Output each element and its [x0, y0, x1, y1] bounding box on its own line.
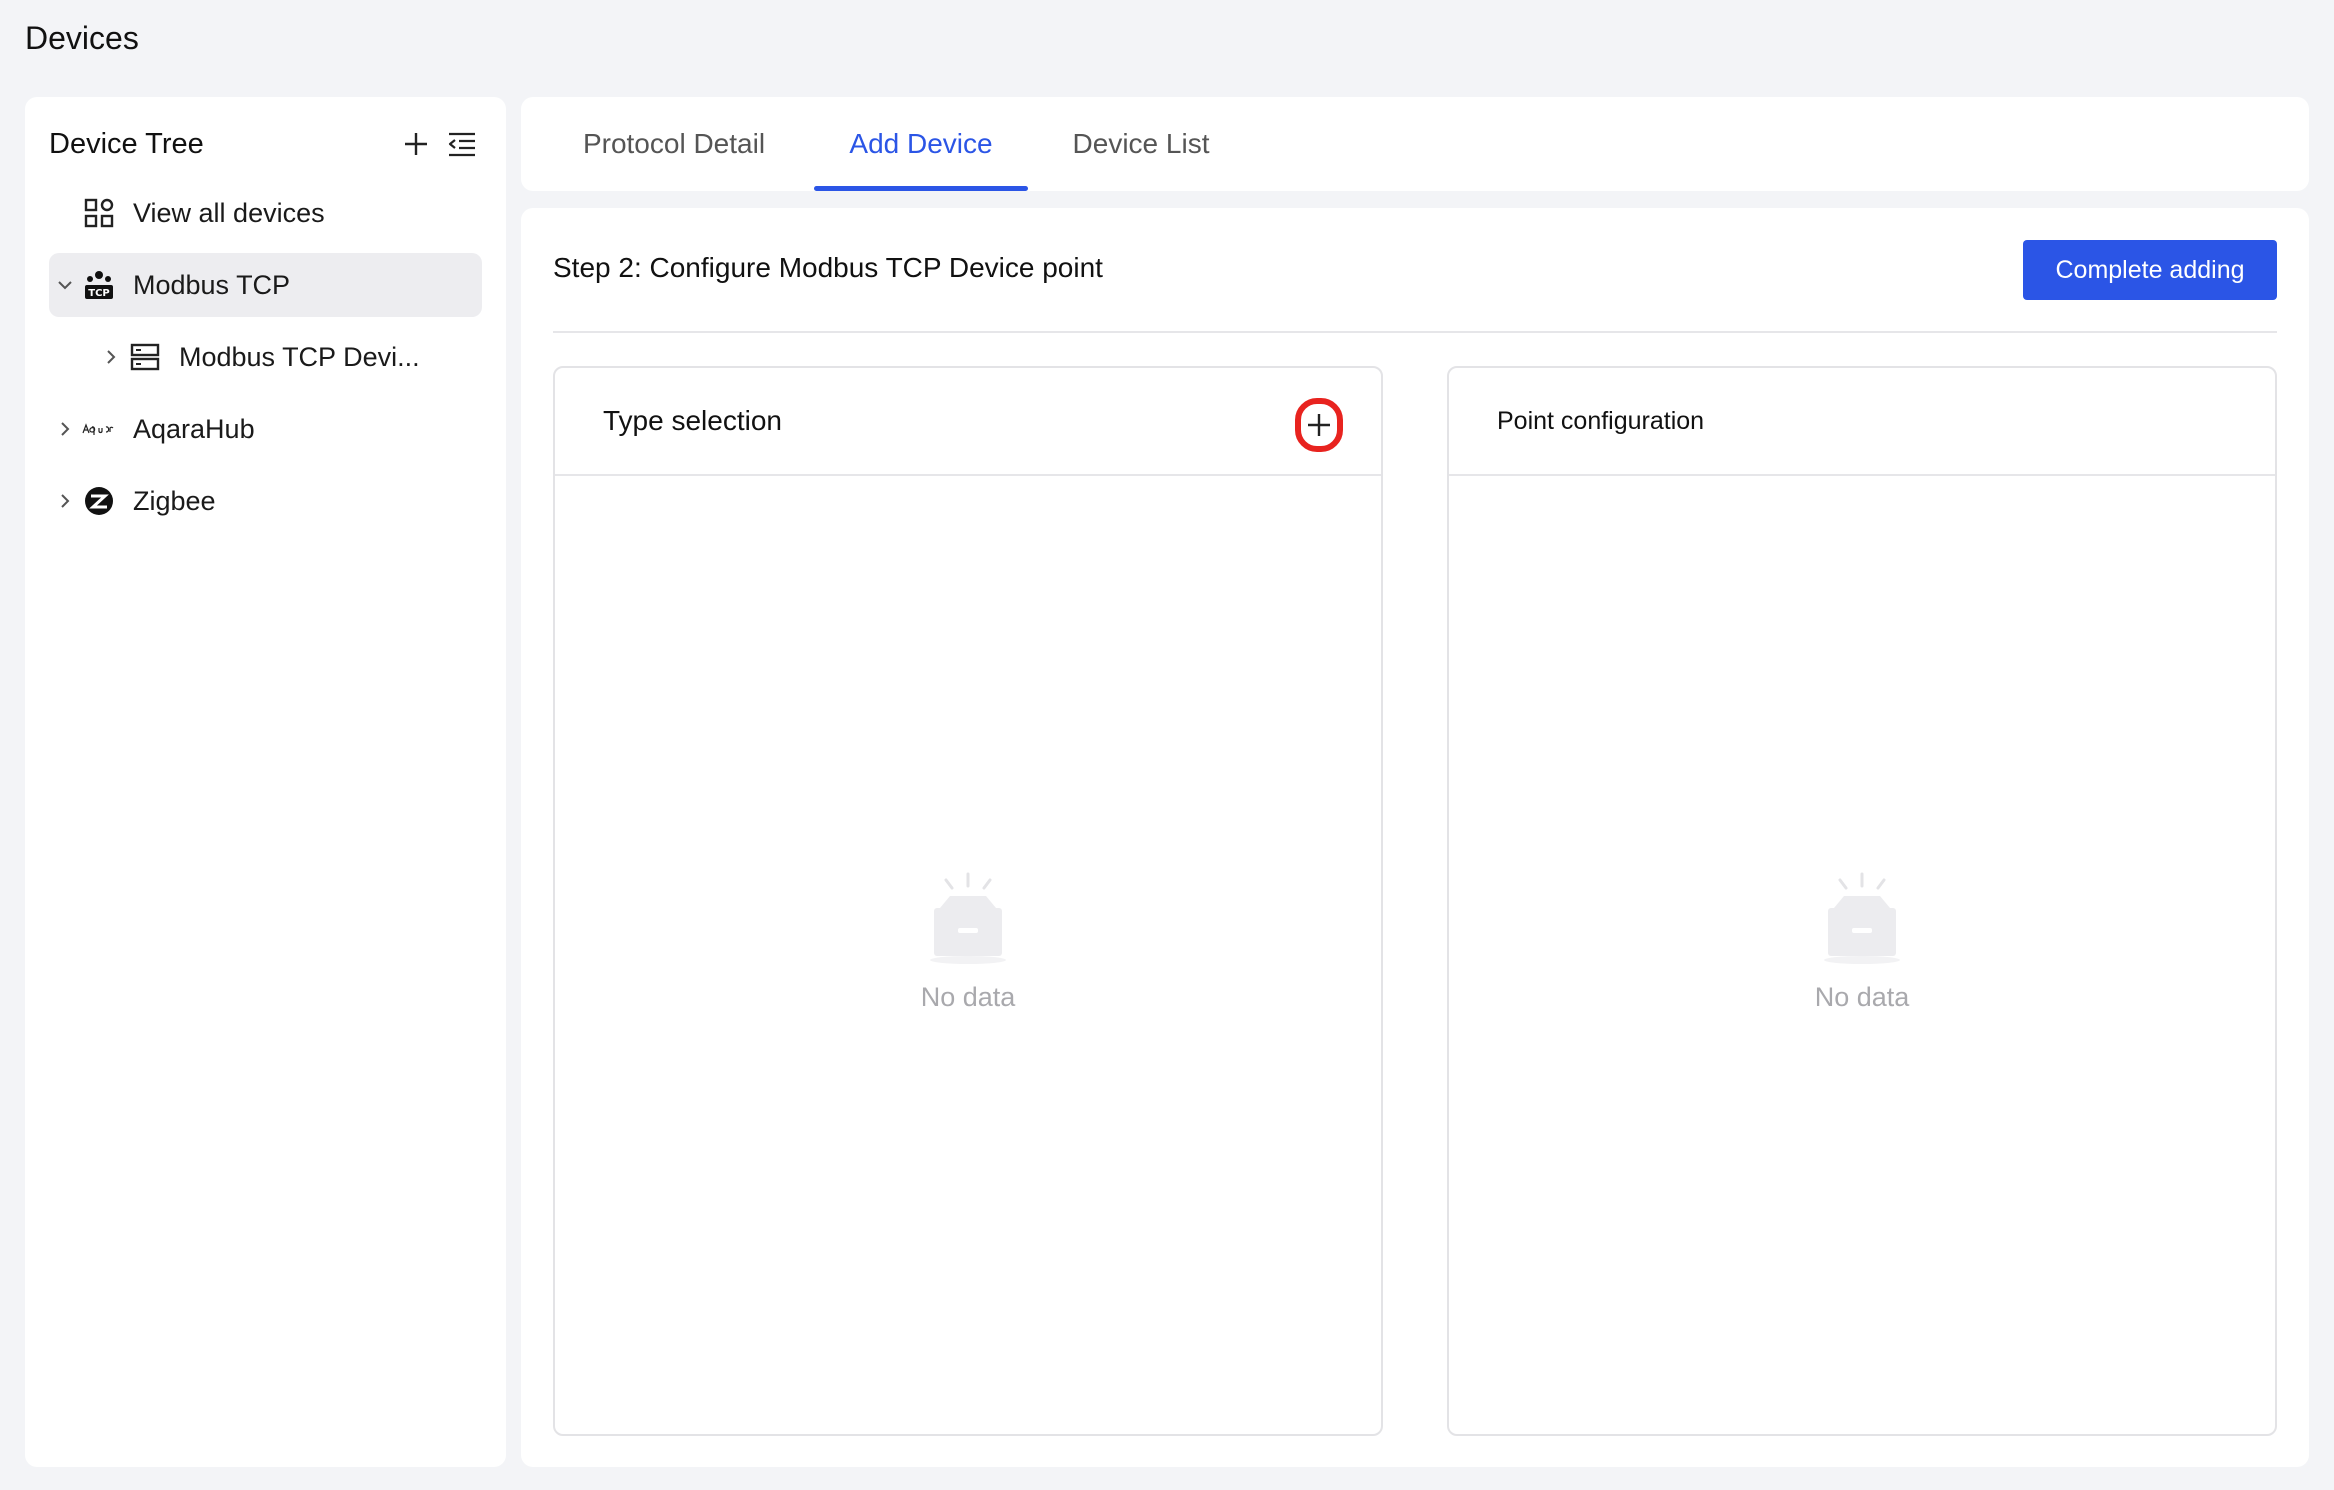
point-configuration-header: Point configuration	[1449, 368, 2275, 476]
device-tree-title: Device Tree	[49, 127, 204, 160]
svg-text:TCP: TCP	[88, 288, 110, 299]
empty-box-icon	[1824, 872, 1900, 964]
device-tree-panel: Device Tree View all devices TCP Modbus …	[25, 97, 506, 1467]
zigbee-logo-icon	[81, 483, 117, 519]
device-tree-header: Device Tree	[49, 119, 482, 169]
empty-state: No data	[1449, 868, 2275, 1013]
add-tree-node-button[interactable]	[396, 124, 436, 164]
tab-add-device[interactable]: Add Device	[814, 97, 1028, 191]
page-title: Devices	[25, 20, 139, 56]
add-device-content: Step 2: Configure Modbus TCP Device poin…	[521, 208, 2309, 1467]
step-title: Step 2: Configure Modbus TCP Device poin…	[553, 252, 1103, 283]
tree-item-label: Modbus TCP Devi...	[179, 341, 420, 372]
empty-box-icon	[930, 872, 1006, 964]
empty-state: No data	[555, 868, 1381, 1013]
divider	[553, 331, 2277, 333]
point-configuration-panel: Point configuration No data	[1447, 366, 2277, 1436]
tcp-network-icon: TCP	[81, 267, 117, 303]
chevron-right-icon[interactable]	[49, 413, 81, 445]
empty-state-text: No data	[920, 982, 1016, 1012]
tree-item-label: AqaraHub	[133, 413, 255, 444]
grid-icon	[81, 195, 117, 231]
type-selection-panel: Type selection No data	[553, 366, 1383, 1436]
collapse-tree-button[interactable]	[442, 124, 482, 164]
chevron-right-icon[interactable]	[95, 341, 127, 373]
tree-item-modbus-tcp-device[interactable]: Modbus TCP Devi...	[49, 325, 482, 389]
tree-item-label: Modbus TCP	[133, 269, 291, 300]
add-type-button[interactable]	[1295, 398, 1343, 452]
tree-item-aqarahub[interactable]: AqaraHub	[49, 397, 482, 461]
server-icon	[127, 339, 163, 375]
plus-icon	[405, 133, 427, 155]
type-selection-header: Type selection	[555, 368, 1381, 476]
collapse-list-icon	[448, 132, 475, 157]
empty-state-text: No data	[1814, 982, 1910, 1012]
chevron-down-icon[interactable]	[49, 269, 81, 301]
tab-device-list[interactable]: Device List	[1061, 97, 1221, 191]
tree-item-label: Zigbee	[133, 485, 216, 516]
device-tree: View all devices TCP Modbus TCP Modbus T…	[49, 181, 482, 541]
tree-item-zigbee[interactable]: Zigbee	[49, 469, 482, 533]
aqara-logo-icon	[81, 411, 117, 447]
complete-adding-button[interactable]: Complete adding	[2023, 240, 2277, 300]
tab-protocol-detail[interactable]: Protocol Detail	[574, 97, 774, 191]
chevron-right-icon[interactable]	[49, 485, 81, 517]
plus-icon	[1308, 414, 1330, 436]
active-tab-indicator	[814, 186, 1028, 191]
tree-item-modbus-tcp[interactable]: TCP Modbus TCP	[49, 253, 482, 317]
tree-item-label: View all devices	[133, 197, 325, 228]
point-configuration-title: Point configuration	[1497, 406, 1705, 435]
type-selection-title: Type selection	[603, 405, 782, 436]
tree-item-view-all-devices[interactable]: View all devices	[49, 181, 482, 245]
tab-bar: Protocol Detail Add Device Device List	[521, 97, 2309, 191]
